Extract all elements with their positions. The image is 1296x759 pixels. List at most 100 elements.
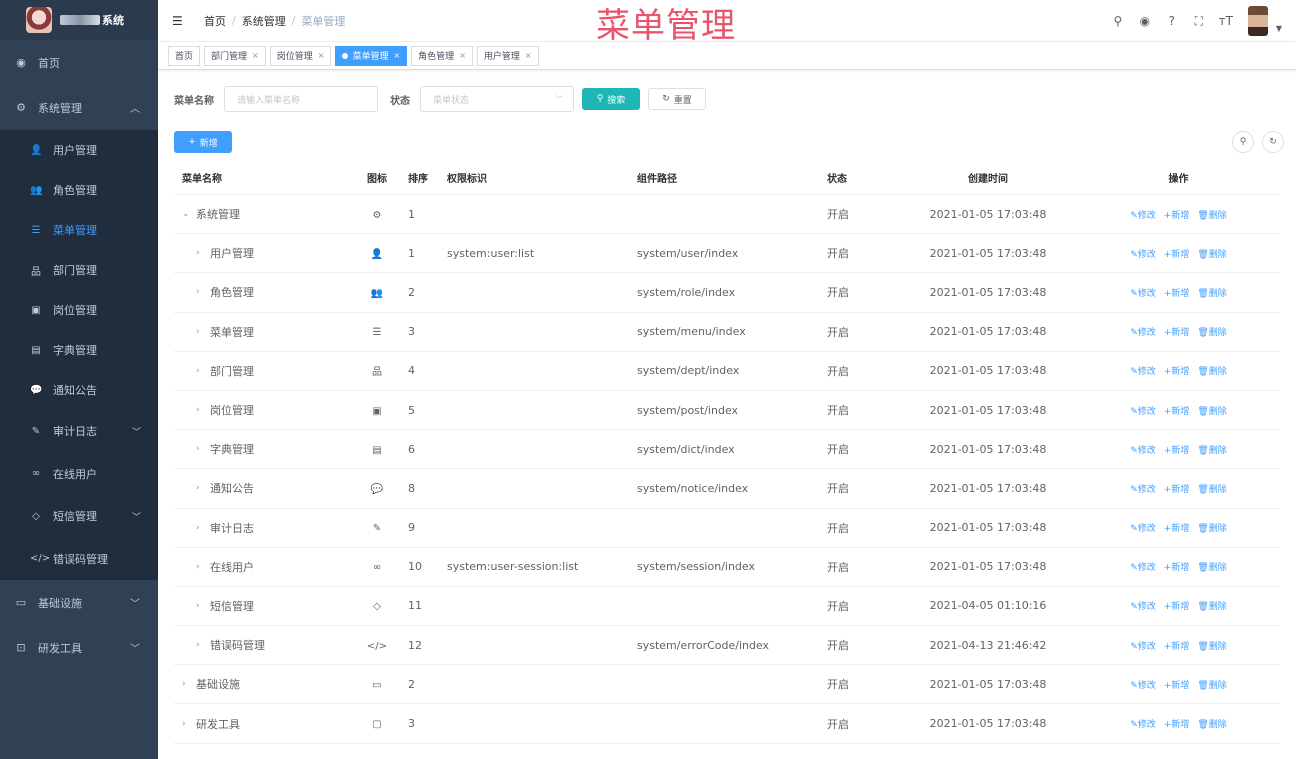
edit-button[interactable]: ✎修改: [1130, 521, 1156, 534]
sidebar-subitem[interactable]: 💬 通知公告: [0, 370, 158, 410]
chevron-right-icon[interactable]: ›: [182, 679, 196, 689]
edit-button[interactable]: ✎修改: [1130, 443, 1156, 456]
add-child-button[interactable]: +新增: [1164, 443, 1190, 456]
breadcrumb-home[interactable]: 首页: [204, 13, 226, 29]
search-button[interactable]: ⚲ 搜索: [582, 88, 640, 110]
edit-button[interactable]: ✎修改: [1130, 717, 1156, 730]
fullscreen-icon[interactable]: ⛶: [1191, 13, 1207, 29]
sidebar-subitem[interactable]: 👥 角色管理: [0, 170, 158, 210]
sidebar-subitem[interactable]: ✎ 审计日志 ﹀: [0, 410, 158, 453]
toggle-search-button[interactable]: ⚲: [1232, 131, 1254, 153]
tag-item[interactable]: 角色管理 ×: [411, 45, 473, 66]
status-select[interactable]: 菜单状态 ﹀: [420, 86, 574, 112]
chevron-right-icon[interactable]: ›: [196, 248, 210, 258]
delete-button[interactable]: 🗑删除: [1197, 521, 1226, 534]
sidebar-subitem[interactable]: ▣ 岗位管理: [0, 290, 158, 330]
edit-button[interactable]: ✎修改: [1130, 404, 1156, 417]
chevron-right-icon[interactable]: ›: [196, 640, 210, 650]
sidebar-subitem[interactable]: </> 错误码管理: [0, 538, 158, 581]
chevron-right-icon[interactable]: ›: [196, 405, 210, 415]
add-child-button[interactable]: +新增: [1164, 404, 1190, 417]
caret-down-icon[interactable]: ▼: [1276, 24, 1282, 33]
sidebar-item-tool[interactable]: ⊡ 研发工具 ﹀: [0, 625, 158, 670]
edit-button[interactable]: ✎修改: [1130, 247, 1156, 260]
chevron-right-icon[interactable]: ›: [182, 719, 196, 729]
chevron-down-icon[interactable]: ⌄: [182, 209, 196, 219]
sidebar-subitem[interactable]: ◇ 短信管理 ﹀: [0, 495, 158, 538]
add-child-button[interactable]: +新增: [1164, 364, 1190, 377]
edit-button[interactable]: ✎修改: [1130, 639, 1156, 652]
delete-button[interactable]: 🗑删除: [1197, 364, 1226, 377]
chevron-right-icon[interactable]: ›: [196, 601, 210, 611]
edit-button[interactable]: ✎修改: [1130, 286, 1156, 299]
sidebar-subitem[interactable]: ☰ 菜单管理: [0, 210, 158, 250]
close-icon[interactable]: ×: [459, 51, 466, 60]
chevron-right-icon[interactable]: ›: [196, 562, 210, 572]
close-icon[interactable]: ×: [318, 51, 325, 60]
delete-button[interactable]: 🗑删除: [1197, 325, 1226, 338]
close-icon[interactable]: ×: [525, 51, 532, 60]
font-size-icon[interactable]: тT: [1218, 13, 1234, 29]
tag-item[interactable]: 岗位管理 ×: [269, 45, 332, 66]
github-icon[interactable]: ◉: [1137, 13, 1153, 29]
delete-button[interactable]: 🗑删除: [1197, 247, 1226, 260]
close-icon[interactable]: ×: [252, 51, 259, 60]
menu-name-input[interactable]: 请输入菜单名称: [224, 86, 378, 112]
breadcrumb-system[interactable]: 系统管理: [242, 13, 286, 29]
close-icon[interactable]: ×: [393, 51, 400, 60]
chevron-right-icon[interactable]: ›: [196, 444, 210, 454]
add-child-button[interactable]: +新增: [1164, 560, 1190, 573]
delete-button[interactable]: 🗑删除: [1197, 208, 1226, 221]
sidebar-subitem[interactable]: ▤ 字典管理: [0, 330, 158, 370]
add-child-button[interactable]: +新增: [1164, 521, 1190, 534]
delete-button[interactable]: 🗑删除: [1197, 717, 1226, 730]
edit-button[interactable]: ✎修改: [1130, 208, 1156, 221]
chevron-right-icon[interactable]: ›: [196, 366, 210, 376]
chevron-right-icon[interactable]: ›: [196, 287, 210, 297]
add-child-button[interactable]: +新增: [1164, 639, 1190, 652]
sidebar-subitem[interactable]: 品部门管理: [0, 250, 158, 290]
edit-button[interactable]: ✎修改: [1130, 364, 1156, 377]
add-child-button[interactable]: +新增: [1164, 599, 1190, 612]
chevron-right-icon[interactable]: ›: [196, 523, 210, 533]
add-child-button[interactable]: +新增: [1164, 678, 1190, 691]
sidebar-item-system[interactable]: ⚙ 系统管理 ︿: [0, 85, 158, 130]
question-icon[interactable]: ?: [1164, 13, 1180, 29]
search-icon[interactable]: ⚲: [1110, 13, 1126, 29]
delete-button[interactable]: 🗑删除: [1197, 599, 1226, 612]
delete-button[interactable]: 🗑删除: [1197, 639, 1226, 652]
delete-button[interactable]: 🗑删除: [1197, 404, 1226, 417]
sidebar-item-infra[interactable]: ▭ 基础设施 ﹀: [0, 580, 158, 625]
edit-button[interactable]: ✎修改: [1130, 482, 1156, 495]
hamburger-icon[interactable]: ☰: [172, 14, 186, 28]
add-child-button[interactable]: +新增: [1164, 325, 1190, 338]
add-child-button[interactable]: +新增: [1164, 247, 1190, 260]
tag-item[interactable]: 部门管理 ×: [204, 45, 266, 66]
add-child-button[interactable]: +新增: [1164, 208, 1190, 221]
avatar[interactable]: [1247, 6, 1268, 36]
refresh-button[interactable]: ↻: [1262, 131, 1284, 153]
delete-button[interactable]: 🗑删除: [1197, 443, 1226, 456]
delete-button[interactable]: 🗑删除: [1197, 286, 1226, 299]
add-child-button[interactable]: +新增: [1164, 286, 1190, 299]
sidebar-subitem[interactable]: ∞ 在线用户: [0, 453, 158, 496]
chevron-right-icon[interactable]: ›: [196, 327, 210, 337]
delete-button[interactable]: 🗑删除: [1197, 560, 1226, 573]
sidebar-item-home[interactable]: ◉ 首页: [0, 40, 158, 85]
delete-button[interactable]: 🗑删除: [1197, 678, 1226, 691]
delete-button[interactable]: 🗑删除: [1197, 482, 1226, 495]
add-button[interactable]: + 新增: [174, 131, 232, 153]
edit-button[interactable]: ✎修改: [1130, 678, 1156, 691]
reset-button[interactable]: ↻ 重置: [648, 88, 706, 110]
tag-item[interactable]: 用户管理 ×: [476, 45, 539, 66]
tag-item[interactable]: 首页: [168, 45, 201, 66]
sidebar-subitem[interactable]: 👤 用户管理: [0, 130, 158, 170]
add-child-button[interactable]: +新增: [1164, 717, 1190, 730]
tag-item[interactable]: 菜单管理 ×: [335, 45, 408, 66]
logo[interactable]: 系统: [0, 0, 158, 40]
edit-button[interactable]: ✎修改: [1130, 560, 1156, 573]
edit-button[interactable]: ✎修改: [1130, 599, 1156, 612]
edit-button[interactable]: ✎修改: [1130, 325, 1156, 338]
add-child-button[interactable]: +新增: [1164, 482, 1190, 495]
chevron-right-icon[interactable]: ›: [196, 483, 210, 493]
